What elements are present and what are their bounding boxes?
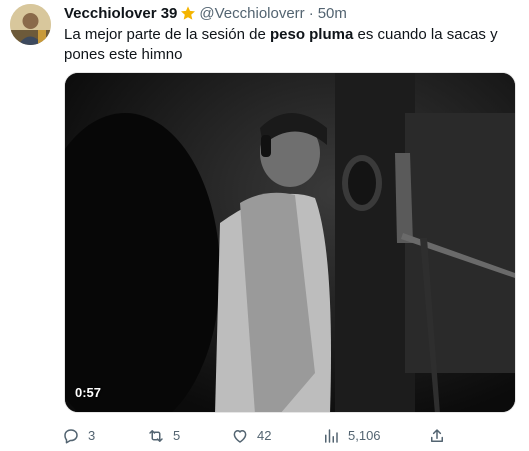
views-icon xyxy=(325,429,338,443)
author-name[interactable]: Vecchiolover 39 xyxy=(64,5,177,22)
like-count: 42 xyxy=(257,428,272,443)
video-frame xyxy=(65,73,515,412)
reply-icon xyxy=(64,429,78,444)
author-handle[interactable]: @Vecchioloverr xyxy=(199,5,304,22)
heart-icon xyxy=(233,430,247,443)
timestamp[interactable]: 50m xyxy=(318,5,347,22)
tweet-text-bold: peso pluma xyxy=(269,26,354,43)
tweet-actions: 3 5 42 5,106 xyxy=(62,426,462,446)
views-count: 5,106 xyxy=(348,428,381,443)
tweet[interactable]: Vecchiolover 39 @Vecchioloverr · 50m La … xyxy=(0,0,529,451)
views-button[interactable]: 5,106 xyxy=(322,426,381,446)
like-button[interactable]: 42 xyxy=(231,426,271,446)
retweet-icon xyxy=(149,430,163,442)
avatar-image xyxy=(10,4,51,45)
reply-count: 3 xyxy=(88,428,96,443)
tweet-header: Vecchiolover 39 @Vecchioloverr · 50m xyxy=(64,4,347,22)
tweet-text: La mejor parte de la sesión de peso plum… xyxy=(64,25,519,65)
retweet-button[interactable]: 5 xyxy=(147,426,180,446)
share-button[interactable] xyxy=(428,426,454,446)
avatar[interactable] xyxy=(10,4,51,45)
video-duration: 0:57 xyxy=(75,385,102,400)
tweet-text-part1: La mejor parte de la sesión de xyxy=(64,26,270,43)
retweet-count: 5 xyxy=(173,428,181,443)
separator-dot: · xyxy=(308,4,314,22)
star-icon xyxy=(180,5,196,21)
video-player[interactable]: 0:57 xyxy=(64,72,516,413)
share-icon xyxy=(431,429,443,442)
reply-button[interactable]: 3 xyxy=(62,426,95,446)
